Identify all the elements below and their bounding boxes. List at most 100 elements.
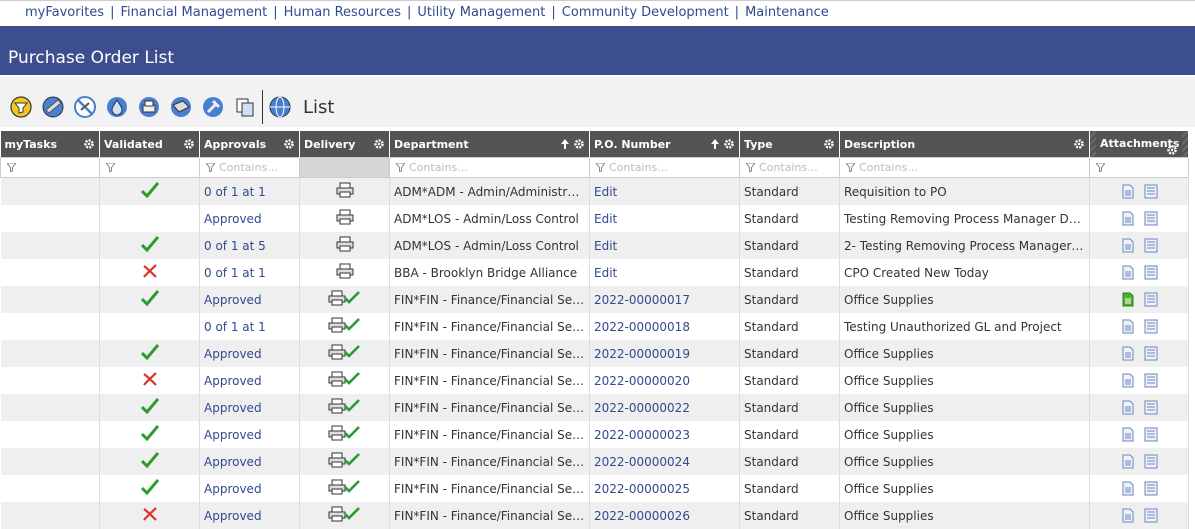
cell-approvals[interactable]: Approved: [199, 340, 300, 367]
filter-mytasks[interactable]: [0, 157, 100, 178]
document-icon[interactable]: [1122, 238, 1134, 253]
cell-approvals[interactable]: 0 of 1 at 1: [199, 313, 300, 340]
cell-mytasks[interactable]: [0, 313, 100, 340]
po-number-link[interactable]: 2022-00000020: [594, 374, 690, 388]
cell-mytasks[interactable]: [0, 340, 100, 367]
po-number-link[interactable]: Edit: [594, 266, 617, 280]
disapprove-icon[interactable]: [72, 94, 98, 120]
cell-po-number[interactable]: 2022-00000017: [589, 286, 740, 313]
scanner-icon[interactable]: [168, 94, 194, 120]
printer-check-icon[interactable]: [328, 317, 362, 333]
po-number-link[interactable]: 2022-00000017: [594, 293, 690, 307]
filter-type[interactable]: Contains...: [739, 157, 840, 178]
cell-delivery[interactable]: [299, 205, 390, 232]
approvals-link[interactable]: 0 of 1 at 5: [204, 239, 266, 253]
cell-attachments[interactable]: [1089, 232, 1189, 259]
cell-attachments[interactable]: [1089, 475, 1189, 502]
cell-delivery[interactable]: [299, 232, 390, 259]
cell-mytasks[interactable]: [0, 394, 100, 421]
cell-po-number[interactable]: 2022-00000023: [589, 421, 740, 448]
cell-po-number[interactable]: 2022-00000025: [589, 475, 740, 502]
cell-attachments[interactable]: [1089, 177, 1189, 205]
cell-delivery[interactable]: [299, 421, 390, 448]
approvals-link[interactable]: Approved: [204, 212, 262, 226]
document-icon[interactable]: [1122, 265, 1134, 280]
table-row[interactable]: Approved FIN*FIN - Finance/Financial Serv…: [0, 367, 1189, 394]
po-number-link[interactable]: Edit: [594, 185, 617, 199]
table-row[interactable]: Approved FIN*FIN - Finance/Financial Serv…: [0, 502, 1189, 529]
cell-mytasks[interactable]: [0, 475, 100, 502]
filter-po-number[interactable]: Contains...: [589, 157, 740, 178]
approvals-link[interactable]: Approved: [204, 347, 262, 361]
printer-check-icon[interactable]: [328, 479, 362, 495]
copy-icon[interactable]: [232, 94, 258, 120]
cell-approvals[interactable]: Approved: [199, 367, 300, 394]
col-attachments[interactable]: Attachments: [1089, 131, 1189, 158]
table-row[interactable]: Approved FIN*FIN - Finance/Financial Serv…: [0, 421, 1189, 448]
col-type[interactable]: Type: [739, 131, 840, 158]
fuel-icon[interactable]: [104, 94, 130, 120]
nav-financial-management[interactable]: Financial Management: [120, 5, 267, 20]
cell-po-number[interactable]: 2022-00000026: [589, 502, 740, 529]
cell-approvals[interactable]: 0 of 1 at 1: [199, 177, 300, 205]
printer-check-icon[interactable]: [328, 290, 362, 306]
cell-mytasks[interactable]: [0, 205, 100, 232]
notes-icon[interactable]: [1144, 481, 1158, 496]
cell-delivery[interactable]: [299, 286, 390, 313]
cell-delivery[interactable]: [299, 177, 390, 205]
printer-check-icon[interactable]: [328, 452, 362, 468]
cell-po-number[interactable]: 2022-00000018: [589, 313, 740, 340]
approvals-link[interactable]: 0 of 1 at 1: [204, 320, 266, 334]
notes-icon[interactable]: [1144, 508, 1158, 523]
printer-icon[interactable]: [336, 263, 354, 279]
printer-check-icon[interactable]: [328, 344, 362, 360]
po-number-link[interactable]: 2022-00000023: [594, 428, 690, 442]
document-icon[interactable]: [1122, 481, 1134, 496]
gear-icon[interactable]: [824, 139, 834, 152]
po-number-link[interactable]: 2022-00000026: [594, 509, 690, 523]
table-row[interactable]: 0 of 1 at 1 BBA - Brooklyn Bridge Allianc…: [0, 259, 1189, 286]
po-number-link[interactable]: 2022-00000022: [594, 401, 690, 415]
cell-po-number[interactable]: 2022-00000024: [589, 448, 740, 475]
gear-icon[interactable]: [374, 139, 384, 152]
cell-attachments[interactable]: [1089, 259, 1189, 286]
table-row[interactable]: Approved ADM*LOS - Admin/Loss Control Edit…: [0, 205, 1189, 232]
printer-check-icon[interactable]: [328, 398, 362, 414]
cell-po-number[interactable]: 2022-00000019: [589, 340, 740, 367]
notes-icon[interactable]: [1144, 427, 1158, 442]
filter-description[interactable]: Contains...: [839, 157, 1090, 178]
cell-approvals[interactable]: Approved: [199, 448, 300, 475]
nav-maintenance[interactable]: Maintenance: [745, 5, 829, 20]
table-row[interactable]: 0 of 1 at 1 ADM*ADM - Admin/Administrativ…: [0, 177, 1189, 205]
printer-check-icon[interactable]: [328, 506, 362, 522]
gear-icon[interactable]: [84, 139, 94, 152]
approvals-link[interactable]: Approved: [204, 455, 262, 469]
col-delivery[interactable]: Delivery: [299, 131, 390, 158]
approvals-link[interactable]: 0 of 1 at 1: [204, 266, 266, 280]
cell-attachments[interactable]: [1089, 421, 1189, 448]
approvals-link[interactable]: Approved: [204, 509, 262, 523]
filter-icon[interactable]: [8, 94, 34, 120]
print-icon[interactable]: [136, 94, 162, 120]
tools-icon[interactable]: [200, 94, 226, 120]
approvals-link[interactable]: Approved: [204, 293, 262, 307]
document-icon[interactable]: [1122, 373, 1134, 388]
table-row[interactable]: Approved FIN*FIN - Finance/Financial Serv…: [0, 286, 1189, 313]
document-icon[interactable]: [1122, 427, 1134, 442]
cell-delivery[interactable]: [299, 475, 390, 502]
nav-myfavorites[interactable]: myFavorites: [25, 5, 104, 20]
notes-icon[interactable]: [1144, 319, 1158, 334]
gear-icon[interactable]: [284, 139, 294, 152]
cell-po-number[interactable]: Edit: [589, 177, 740, 205]
cell-po-number[interactable]: 2022-00000020: [589, 367, 740, 394]
document-icon[interactable]: [1122, 454, 1134, 469]
cell-mytasks[interactable]: [0, 367, 100, 394]
cell-attachments[interactable]: [1089, 502, 1189, 529]
filter-validated[interactable]: [99, 157, 200, 178]
notes-icon[interactable]: [1144, 238, 1158, 253]
approvals-link[interactable]: Approved: [204, 374, 262, 388]
cell-po-number[interactable]: Edit: [589, 205, 740, 232]
notes-icon[interactable]: [1144, 211, 1158, 226]
printer-check-icon[interactable]: [328, 425, 362, 441]
cell-attachments[interactable]: [1089, 286, 1189, 313]
